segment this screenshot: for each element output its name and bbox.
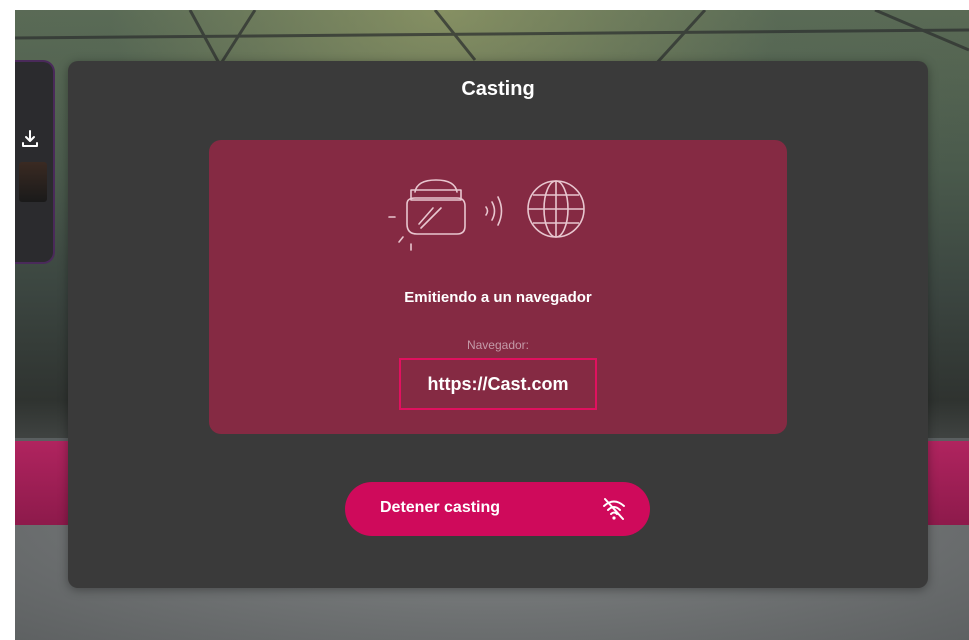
casting-status-card: Emitiendo a un navegador Navegador: http…: [209, 140, 787, 434]
globe-icon: [527, 180, 585, 238]
arena-banner-left: [15, 438, 75, 525]
signal-waves-icon: [485, 196, 503, 226]
browser-url-label: Navegador:: [466, 338, 530, 352]
background-side-panel: [15, 60, 55, 264]
download-icon: [22, 130, 38, 147]
headset-cast-illustration: [388, 179, 585, 251]
wifi-off-icon: [603, 498, 625, 520]
casting-status-text: Emitiendo a un navegador: [404, 289, 592, 306]
casting-dialog: Casting Emitiendo a un navegador Navegad…: [68, 61, 928, 588]
vr-headset-icon: [388, 179, 466, 251]
stop-casting-label: Detener casting: [380, 499, 501, 516]
dialog-title: Casting: [461, 78, 535, 100]
browser-url-field[interactable]: https://Cast.com: [399, 358, 597, 410]
stop-casting-button[interactable]: Detener casting: [345, 482, 650, 536]
panel-thumbnail: [19, 162, 47, 202]
browser-url-value: https://Cast.com: [427, 373, 569, 394]
